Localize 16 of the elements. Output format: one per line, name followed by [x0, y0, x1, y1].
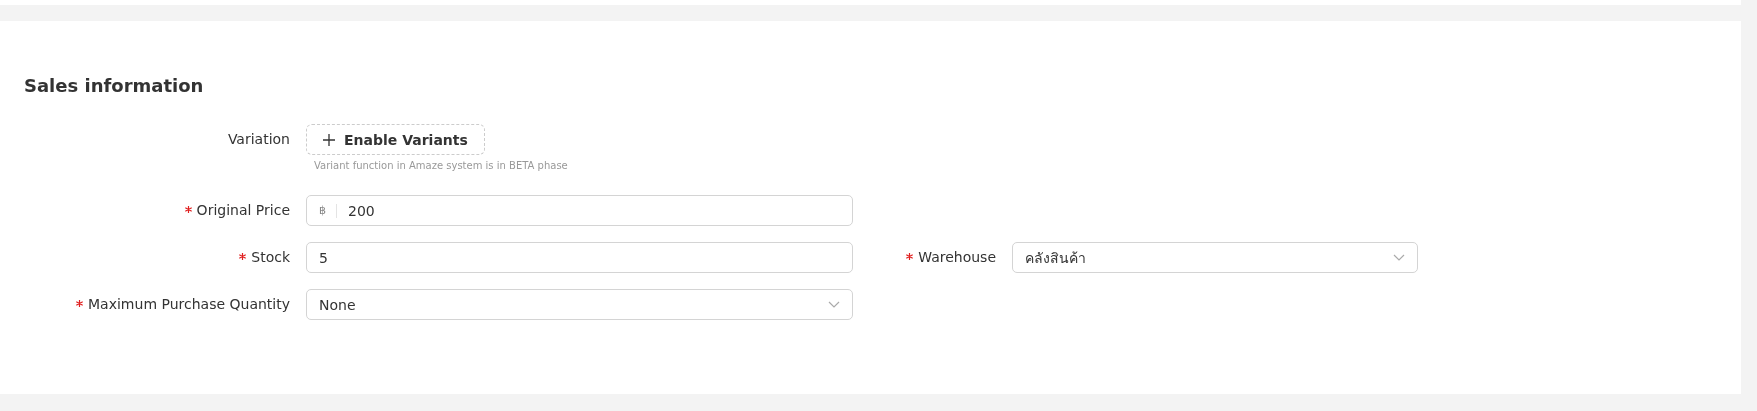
select-field[interactable]: None: [306, 289, 853, 320]
field-label: Stock: [251, 248, 290, 266]
select-field[interactable]: คลังสินค้า: [1012, 242, 1418, 273]
field-label: Warehouse: [918, 248, 996, 266]
field-label: Variation: [227, 130, 290, 148]
section-title: Sales information: [24, 74, 205, 98]
hint-text: Variant function in Amaze system is in BETA phase: [314, 160, 569, 171]
input-field[interactable]: ฿ 200: [306, 195, 853, 226]
plus-icon: [323, 133, 335, 146]
chevron-down-icon: [1393, 254, 1405, 261]
field-label: Maximum Purchase Quantity: [88, 295, 290, 313]
chevron-down-icon: [828, 301, 840, 308]
field-label: Original Price: [196, 201, 290, 219]
input-field[interactable]: 5: [306, 242, 853, 273]
enable-variants-button[interactable]: Enable Variants: [306, 124, 485, 155]
currency-prefix: ฿: [319, 203, 337, 218]
